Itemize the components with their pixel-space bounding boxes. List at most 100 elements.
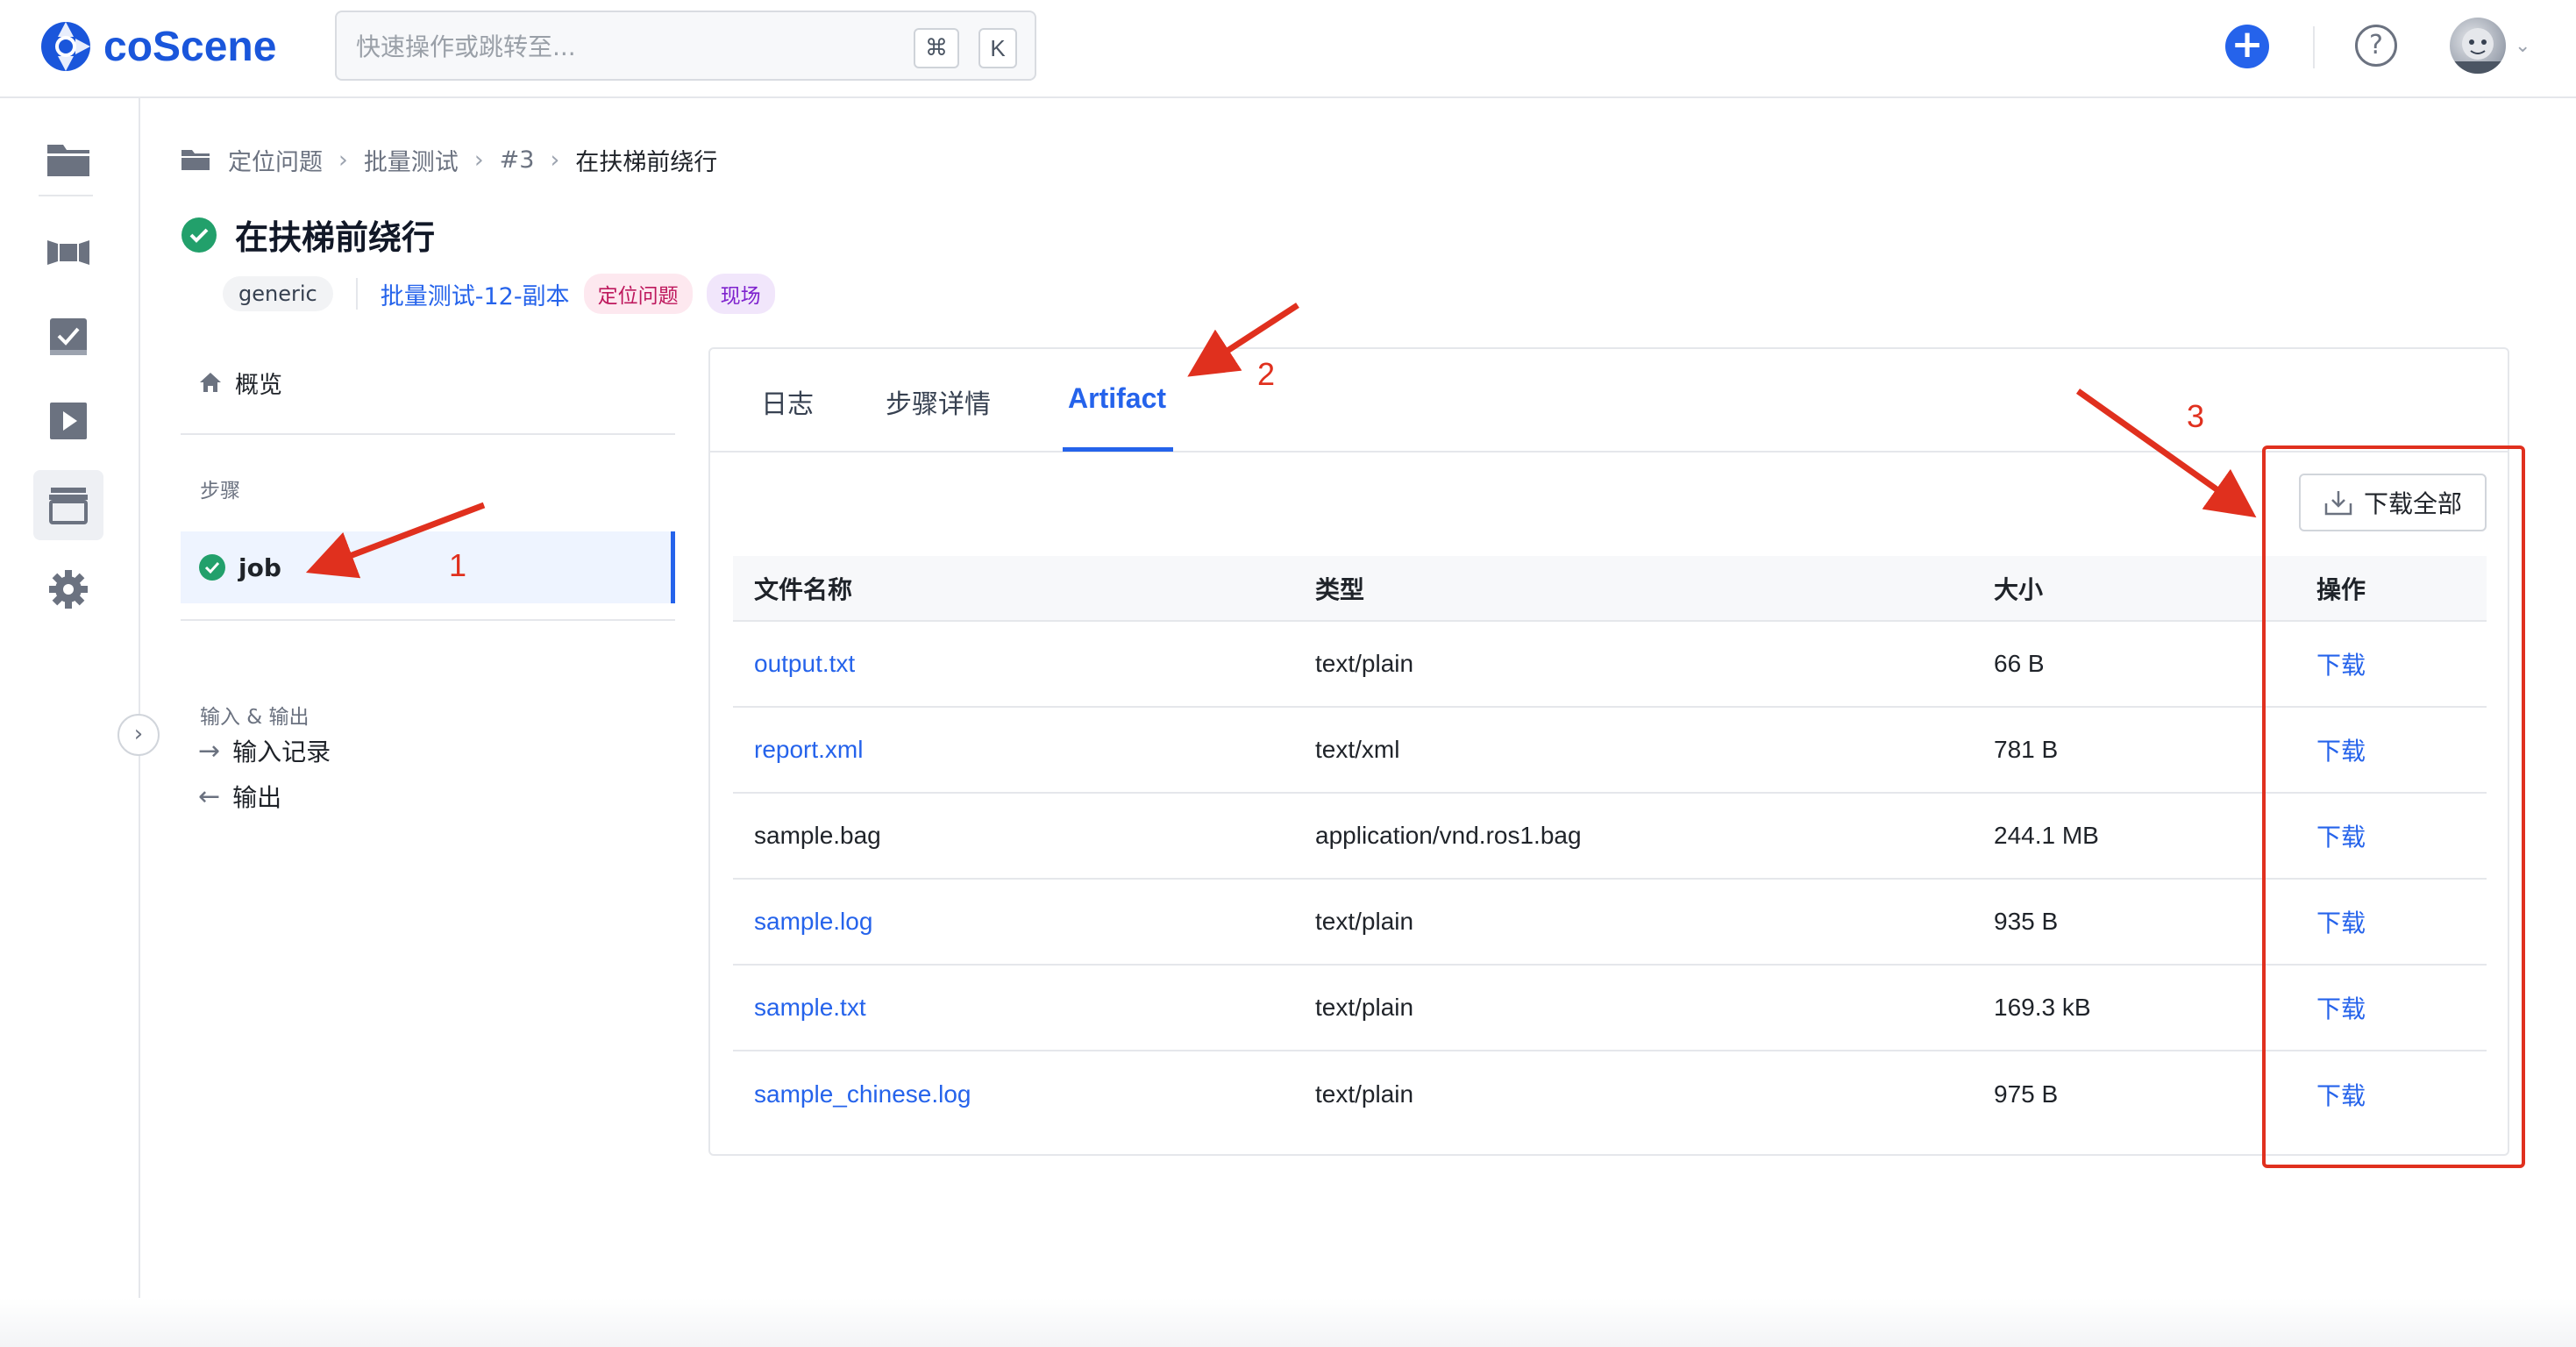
download-all-button[interactable]: 下载全部: [2299, 474, 2487, 531]
file-type: text/xml: [1294, 707, 1973, 794]
tab-step-details[interactable]: 步骤详情: [886, 382, 991, 421]
table-row: report.xml text/xml 781 B 下载: [733, 707, 2487, 794]
play-icon: [50, 403, 87, 439]
steps-section-label: 步骤: [200, 480, 240, 502]
table-row: output.txt text/plain 66 B 下载: [733, 621, 2487, 708]
file-type: text/plain: [1315, 1080, 1414, 1108]
arrow-right-icon: →: [198, 735, 221, 766]
breadcrumb-batch[interactable]: 批量测试: [364, 143, 459, 177]
nav-playback[interactable]: [33, 386, 103, 456]
avatar-image: [2450, 28, 2506, 74]
coscene-logo-icon: [41, 22, 90, 71]
gear-icon: [49, 570, 88, 609]
success-check-icon: [199, 554, 225, 581]
help-icon: ?: [2369, 30, 2383, 61]
expand-panel-button[interactable]: ›: [117, 714, 160, 756]
chevron-down-icon[interactable]: ⌄: [2515, 35, 2530, 57]
table-row: sample_chinese.log text/plain 975 B 下载: [733, 1051, 2487, 1137]
table-row: sample.log text/plain 935 B 下载: [733, 879, 2487, 966]
input-records-item[interactable]: → 输入记录: [198, 733, 331, 768]
divider: [181, 619, 675, 621]
artifact-table: 文件名称 类型 大小 操作 output.txt text/plain 66 B…: [733, 556, 2487, 1137]
breadcrumb-project[interactable]: 定位问题: [228, 143, 323, 177]
chevron-right-icon: ›: [473, 146, 484, 174]
tab-artifact[interactable]: Artifact: [1068, 382, 1166, 415]
folder-icon: [181, 150, 210, 170]
download-link[interactable]: 下载: [2295, 707, 2487, 794]
column-header-name: 文件名称: [733, 556, 1294, 622]
tag-divider: [355, 278, 358, 310]
k-key-hint: K: [978, 28, 1017, 68]
archive-icon: [49, 488, 88, 524]
folder-icon: [47, 145, 89, 176]
step-item-job[interactable]: job: [181, 531, 675, 603]
file-size: 781 B: [1973, 707, 2295, 794]
left-icon-nav: [0, 98, 140, 1347]
table-row: sample.txt text/plain 169.3 kB 下载: [733, 965, 2487, 1051]
cmd-key-hint: ⌘: [914, 28, 959, 68]
page-footer-shade: [0, 1298, 2576, 1347]
download-icon: [2324, 491, 2352, 516]
quick-search[interactable]: ⌘ K: [335, 11, 1036, 81]
io-section-label: 输入 & 输出: [200, 706, 310, 729]
user-avatar[interactable]: [2450, 18, 2506, 74]
label-badge: 定位问题: [583, 274, 693, 314]
tab-log[interactable]: 日志: [761, 382, 814, 421]
breadcrumb-current: 在扶梯前绕行: [575, 148, 718, 176]
table-row: sample.bag application/vnd.ros1.bag 244.…: [733, 793, 2487, 880]
file-type: text/plain: [1294, 965, 1973, 1051]
type-badge: generic: [223, 276, 333, 311]
nav-viz[interactable]: [33, 217, 103, 288]
file-size: 244.1 MB: [1973, 793, 2295, 880]
source-link[interactable]: 批量测试-12-副本: [381, 277, 570, 311]
app-logo[interactable]: coScene: [39, 16, 276, 77]
file-name-link[interactable]: report.xml: [733, 707, 1294, 794]
nav-projects[interactable]: [33, 125, 103, 195]
file-size: 935 B: [1973, 879, 2295, 966]
help-button[interactable]: ?: [2355, 25, 2397, 67]
file-name-link[interactable]: output.txt: [733, 621, 1294, 708]
chevron-right-icon: ›: [338, 146, 348, 174]
checklist-icon: [50, 318, 87, 355]
tab-bar: 日志 步骤详情 Artifact: [710, 349, 2508, 453]
column-header-size: 大小: [1973, 556, 2295, 622]
home-icon: [200, 373, 221, 392]
overview-item[interactable]: 概览: [198, 365, 282, 400]
divider: [181, 433, 675, 435]
file-name-link[interactable]: sample.log: [733, 879, 1294, 966]
file-type: text/plain: [1294, 621, 1973, 708]
file-name: sample.bag: [733, 793, 1294, 880]
file-name-link[interactable]: sample.txt: [733, 965, 1294, 1051]
nav-tasks[interactable]: [33, 302, 103, 372]
arrow-left-icon: ←: [198, 780, 221, 812]
input-records-label: 输入记录: [232, 738, 331, 766]
download-link[interactable]: 下载: [2295, 793, 2487, 880]
file-name-link[interactable]: sample_chinese.log: [733, 1051, 1294, 1137]
breadcrumb: 定位问题 › 批量测试 › #3 › 在扶梯前绕行: [181, 142, 717, 177]
success-check-icon: [181, 217, 217, 253]
download-link[interactable]: 下载: [2295, 621, 2487, 708]
download-link[interactable]: 下载: [2295, 965, 2487, 1051]
column-header-action: 操作: [2295, 556, 2487, 622]
file-type: application/vnd.ros1.bag: [1294, 793, 1973, 880]
chevron-right-icon: ›: [550, 146, 560, 174]
nav-batch[interactable]: [33, 470, 103, 540]
file-type: text/plain: [1294, 879, 1973, 966]
output-item[interactable]: ← 输出: [198, 779, 281, 814]
file-size: 169.3 kB: [1973, 965, 2295, 1051]
column-header-type: 类型: [1294, 556, 1973, 622]
tag-row: generic 批量测试-12-副本 定位问题 现场: [223, 274, 775, 314]
download-link[interactable]: 下载: [2295, 879, 2487, 966]
download-link[interactable]: 下载: [2295, 1051, 2487, 1137]
search-input[interactable]: [356, 26, 865, 67]
header-divider: [2313, 26, 2315, 68]
download-all-label: 下载全部: [2363, 489, 2462, 518]
nav-divider: [39, 195, 93, 196]
add-button[interactable]: +: [2225, 25, 2269, 68]
breadcrumb-run[interactable]: #3: [500, 146, 535, 174]
table-header-row: 文件名称 类型 大小 操作: [733, 556, 2487, 622]
output-label: 输出: [232, 783, 282, 812]
page-header: 在扶梯前绕行: [181, 210, 435, 259]
cinema-icon: [47, 240, 89, 265]
nav-settings[interactable]: [33, 554, 103, 624]
